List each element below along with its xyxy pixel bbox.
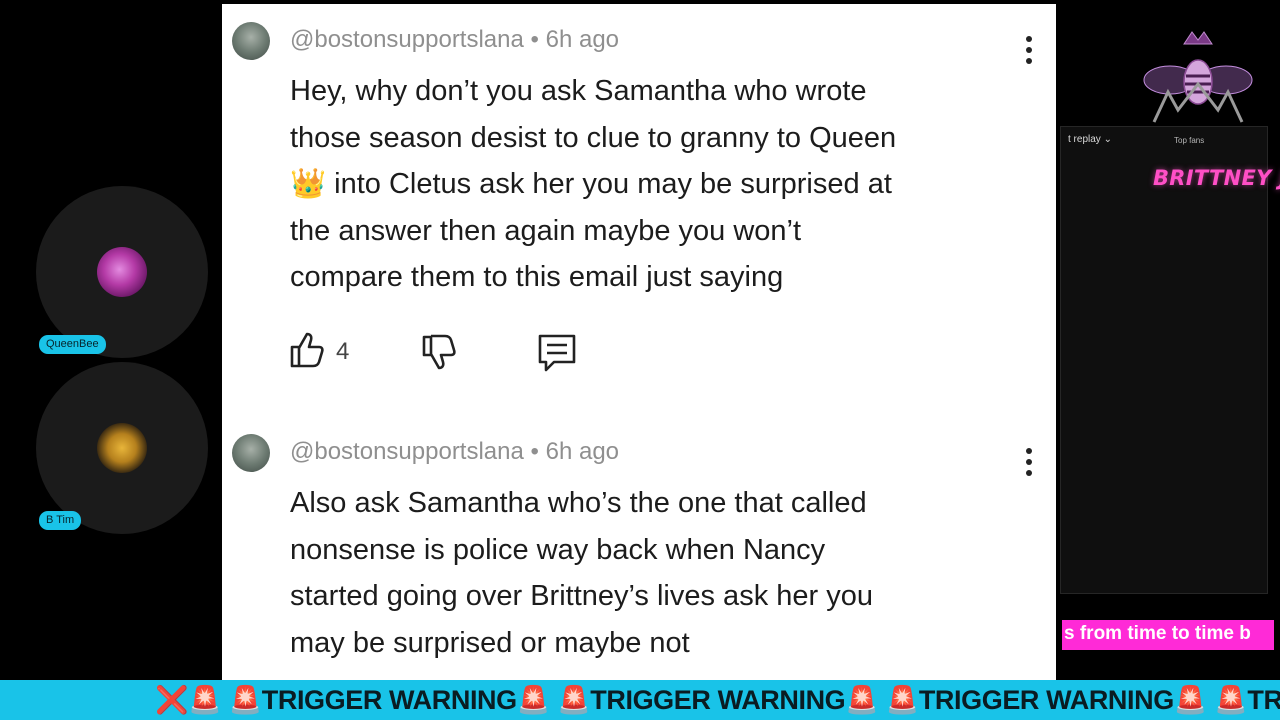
comment-text-line: the answer then again maybe you won’t <box>290 214 802 247</box>
comment-text-line: 👑 into Cletus ask her you may be surpris… <box>290 168 892 200</box>
chevron-down-icon: ⌄ <box>1103 134 1112 145</box>
thumbs-down-icon[interactable] <box>420 332 460 372</box>
like-count: 4 <box>336 338 350 365</box>
ticker-text: ❌🚨 🚨TRIGGER WARNING🚨 🚨TRIGGER WARNING🚨 🚨… <box>155 685 1280 715</box>
comment-text-line: Hey, why don’t you ask Samantha who wrot… <box>290 75 867 107</box>
avatar <box>97 423 147 473</box>
reply-icon[interactable] <box>536 332 578 374</box>
more-vertical-icon[interactable] <box>1026 448 1032 476</box>
meta-separator: • <box>530 438 546 465</box>
pink-ticker-text: s from time to time b <box>1064 623 1251 644</box>
comment-text-line: started going over Brittney’s lives ask … <box>290 580 873 612</box>
comment-text-line: nonsense is police way back when Nancy <box>290 533 826 566</box>
participant-name-tag: QueenBee <box>39 335 106 354</box>
avatar <box>97 247 147 297</box>
comment-meta: @bostonsupportslana • 6h ago <box>290 438 619 466</box>
participant-name-tag: B Tim <box>39 511 82 530</box>
meta-separator: • <box>530 26 546 53</box>
participant-tile-queenbee[interactable] <box>36 186 208 358</box>
comment-time: 6h ago <box>545 438 620 465</box>
pink-ticker-bar: s from time to time b <box>1062 620 1274 650</box>
comment-meta: @bostonsupportslana • 6h ago <box>290 26 619 54</box>
brand-name: BRITTNEY J <box>1153 166 1280 190</box>
live-chat-panel <box>1060 126 1268 594</box>
comment-text: Also ask Samantha who’s the one that cal… <box>290 480 1030 666</box>
comment-text: Hey, why don’t you ask Samantha who wrot… <box>290 68 1030 301</box>
replay-label: t replay <box>1068 134 1101 145</box>
comment-text-line: compare them to this email just saying <box>290 261 784 293</box>
thumbs-up-icon[interactable] <box>288 330 328 370</box>
trigger-warning-ticker: ❌🚨 🚨TRIGGER WARNING🚨 🚨TRIGGER WARNING🚨 🚨… <box>0 680 1280 720</box>
participant-tile-b-tim[interactable] <box>36 362 208 534</box>
comment-text-line: Also ask Samantha who’s the one that cal… <box>290 487 867 519</box>
comment-text-line: may be surprised or maybe not <box>290 626 690 659</box>
commenter-avatar[interactable] <box>232 22 270 60</box>
comment-screenshot-panel: @bostonsupportslana • 6h ago Hey, why do… <box>222 4 1056 680</box>
more-vertical-icon[interactable] <box>1026 36 1032 64</box>
top-fans-label: Top fans <box>1174 136 1205 145</box>
live-chat-replay-dropdown[interactable]: t replay ⌄ <box>1068 134 1112 145</box>
bee-crown-logo-icon <box>1143 31 1253 123</box>
comment-handle[interactable]: @bostonsupportslana <box>290 438 524 465</box>
comment-time: 6h ago <box>545 26 620 53</box>
commenter-avatar[interactable] <box>232 434 270 472</box>
comment-handle[interactable]: @bostonsupportslana <box>290 26 524 53</box>
comment-text-line: those season desist to clue to granny to… <box>290 121 897 154</box>
